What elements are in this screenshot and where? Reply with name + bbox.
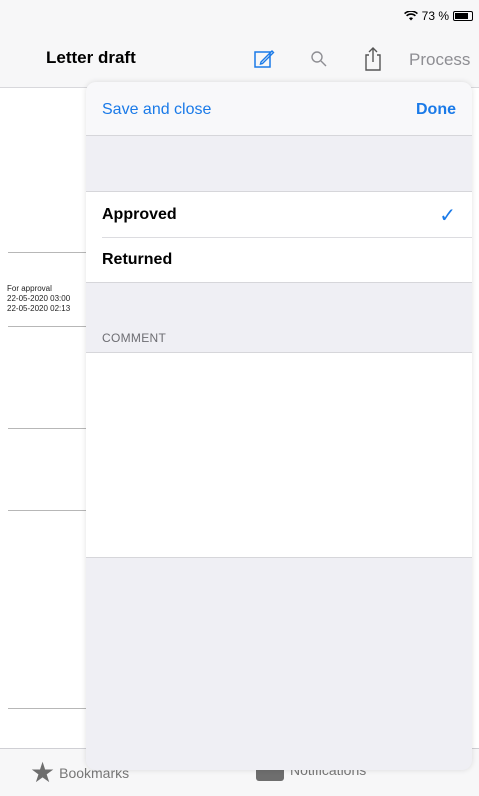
- share-icon[interactable]: [363, 46, 383, 77]
- page-title: Letter draft: [46, 48, 136, 67]
- divider: [8, 252, 90, 253]
- divider: [8, 708, 90, 709]
- wifi-icon: [403, 11, 418, 21]
- comment-header: COMMENT: [102, 331, 167, 345]
- process-button[interactable]: Process: [409, 50, 470, 70]
- doc-date-2: 22-05-2020 02:13: [7, 304, 71, 313]
- divider: [8, 326, 90, 327]
- save-and-close-button[interactable]: Save and close: [102, 101, 211, 119]
- status-right: 73 %: [403, 9, 473, 23]
- sheet-header: Save and close Done: [86, 82, 472, 136]
- divider: [8, 428, 90, 429]
- doc-date-1: 22-05-2020 03:00: [7, 294, 71, 303]
- battery-percent: 73 %: [421, 9, 449, 23]
- star-icon: ★: [30, 757, 56, 788]
- navigation-bar: Letter draft Process: [0, 30, 479, 88]
- checkmark-icon: ✓: [439, 205, 456, 227]
- divider: [8, 510, 90, 511]
- option-returned[interactable]: Returned: [102, 237, 472, 282]
- battery-icon: [453, 11, 473, 21]
- comment-input[interactable]: [86, 352, 472, 558]
- decision-options: Approved ✓ Returned: [86, 191, 472, 283]
- search-icon[interactable]: [310, 50, 328, 73]
- done-button[interactable]: Done: [416, 101, 456, 119]
- option-approved[interactable]: Approved ✓: [102, 192, 472, 237]
- status-bar: 73 %: [0, 0, 479, 30]
- edit-icon[interactable]: [253, 48, 275, 75]
- process-sheet: Save and close Done Approved ✓ Returned …: [86, 82, 472, 770]
- option-label: Approved: [102, 205, 177, 223]
- option-label: Returned: [102, 251, 173, 268]
- doc-status-label: For approval: [7, 284, 52, 293]
